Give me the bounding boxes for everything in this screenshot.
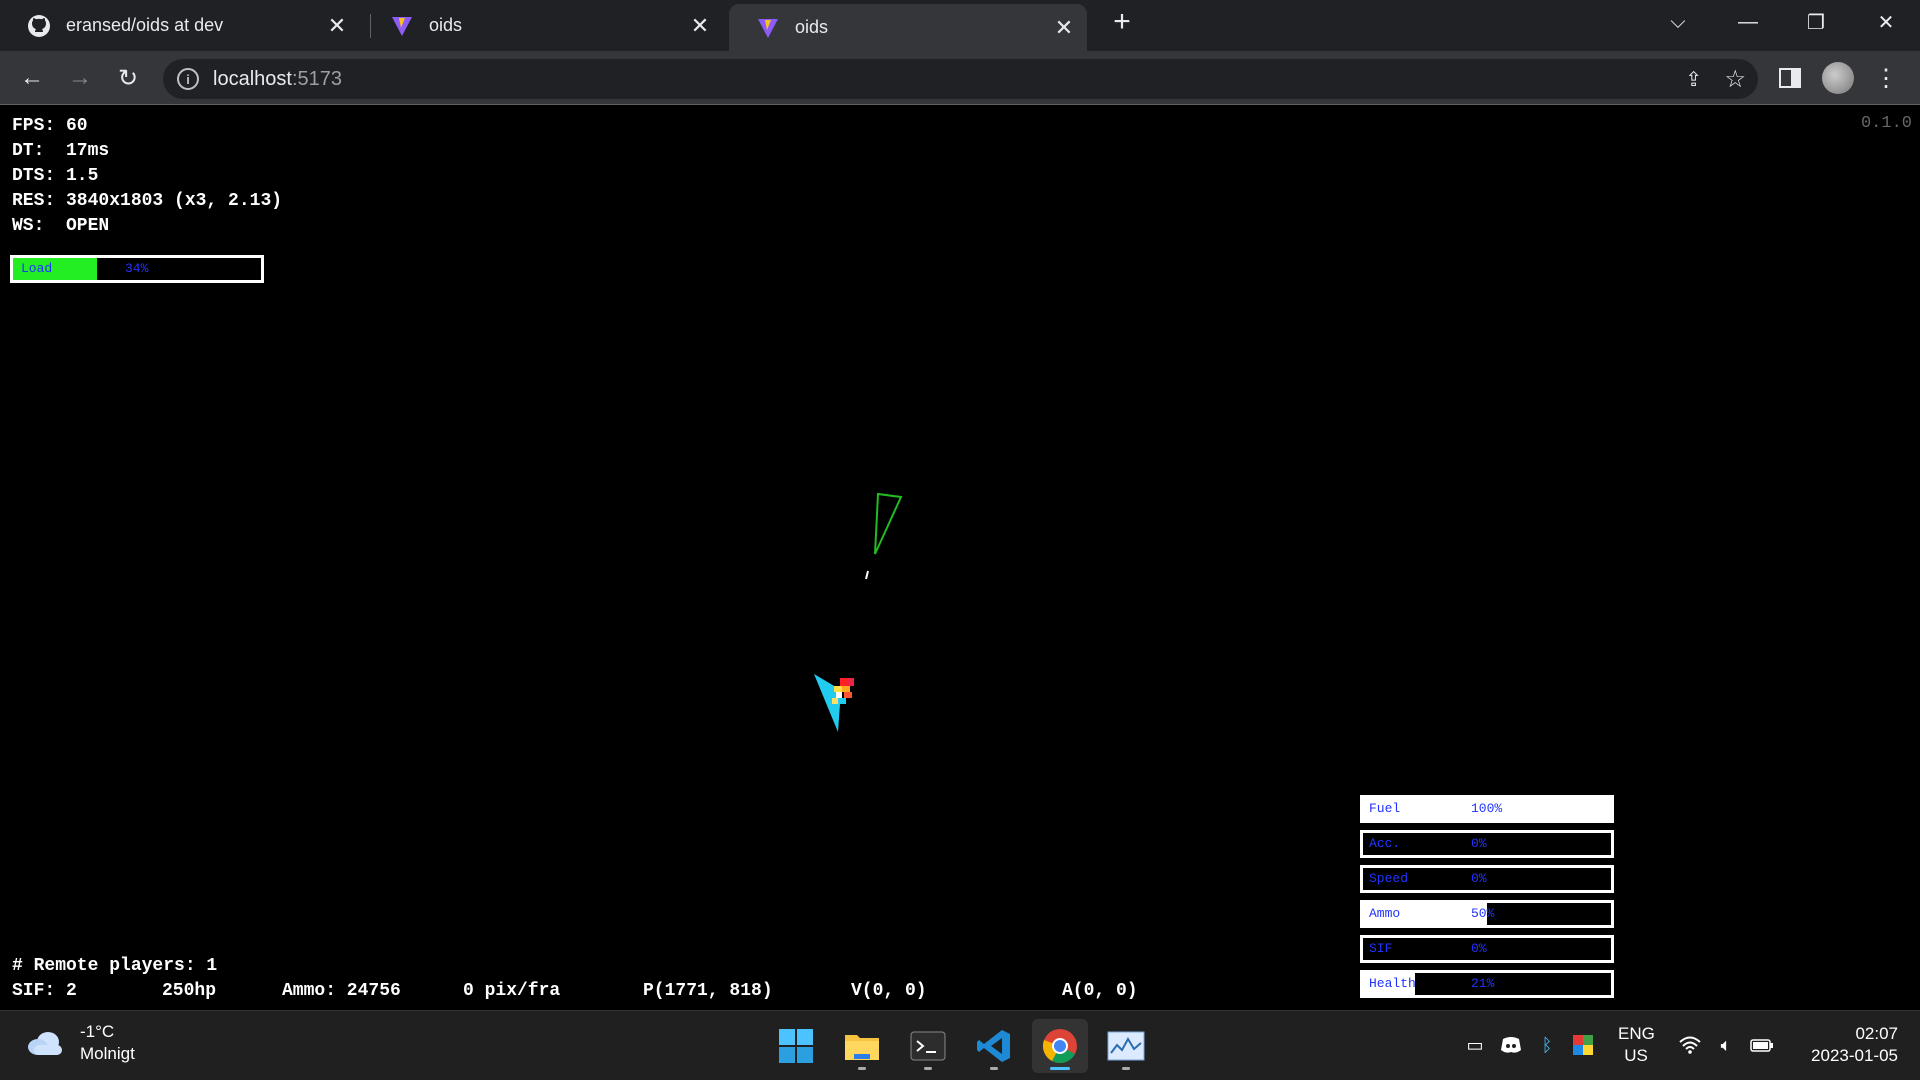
close-icon[interactable]: ✕ <box>322 11 352 41</box>
file-explorer-icon[interactable] <box>834 1019 890 1073</box>
position-status: P(1771, 818) <box>643 981 773 1001</box>
volume-icon[interactable]: 🔈︎ <box>1714 1033 1738 1057</box>
github-icon <box>26 13 52 39</box>
stat-bar-label: Speed <box>1369 871 1409 886</box>
browser-tab-bar: eransed/oids at dev ✕ oids ✕ oids ✕ + ⌵ … <box>0 0 1920 51</box>
reload-button[interactable]: ↻ <box>109 59 147 97</box>
system-clock[interactable]: 02:07 2023-01-05 <box>1790 1023 1898 1067</box>
discord-icon[interactable] <box>1499 1033 1523 1057</box>
close-window-button[interactable]: ✕ <box>1858 0 1914 44</box>
profile-avatar[interactable] <box>1819 59 1857 97</box>
terminal-icon[interactable] <box>900 1019 956 1073</box>
vscode-icon[interactable] <box>966 1019 1022 1073</box>
weather-description: Molnigt <box>80 1044 135 1063</box>
ship-stats-panel: Fuel 100% Acc. 0% Speed 0% Ammo 50% SIF 0% Health 2… <box>1360 795 1614 1005</box>
color-app-icon[interactable] <box>1571 1033 1595 1057</box>
player-ship-explosion-sprite <box>832 678 854 704</box>
stat-bar-percent: 0% <box>1471 836 1487 851</box>
bullet <box>865 570 869 580</box>
tab-github[interactable]: eransed/oids at dev ✕ <box>0 0 360 51</box>
stat-bar-label: Health <box>1369 976 1416 991</box>
remote-players-count: # Remote players: 1 <box>12 956 218 976</box>
stat-bar-ammo: Ammo 50% <box>1360 900 1614 928</box>
tab-oids-active[interactable]: oids ✕ <box>729 4 1087 51</box>
tab-title: oids <box>795 17 829 37</box>
stat-bar-percent: 100% <box>1471 801 1503 816</box>
stat-bar-label: Ammo <box>1369 906 1401 921</box>
ammo-status: Ammo: 24756 <box>282 981 401 1001</box>
forward-button[interactable]: → <box>61 59 99 97</box>
url-text: localhost:5173 <box>213 67 342 90</box>
clock-date: 2023-01-05 <box>1811 1046 1898 1065</box>
tab-title: eransed/oids at dev <box>66 15 224 35</box>
stat-bar-percent: 0% <box>1471 941 1487 956</box>
stat-bar-speed: Speed 0% <box>1360 865 1614 893</box>
tab-search-button[interactable]: ⌵ <box>1650 0 1706 44</box>
vite-icon <box>755 15 781 41</box>
close-icon[interactable]: ✕ <box>685 11 715 41</box>
new-tab-button[interactable]: + <box>1094 0 1150 44</box>
back-button[interactable]: ← <box>13 59 51 97</box>
stat-bar-fuel: Fuel 100% <box>1360 795 1614 823</box>
speed-status: 0 pix/fra <box>463 981 561 1001</box>
weather-widget[interactable]: -1°C Molnigt <box>26 1021 135 1065</box>
close-icon[interactable]: ✕ <box>1049 13 1079 43</box>
cloud-icon <box>26 1030 66 1056</box>
bookmark-star-icon[interactable]: ☆ <box>1724 65 1746 94</box>
stat-bar-label: SIF <box>1369 941 1393 956</box>
menu-kebab-icon[interactable]: ⋮ <box>1867 59 1905 97</box>
tablet-icon[interactable]: ▭ <box>1463 1033 1487 1057</box>
stat-bar-percent: 50% <box>1471 906 1495 921</box>
clock-time: 02:07 <box>1855 1024 1898 1043</box>
address-bar[interactable]: i localhost:5173 ⇪ ☆ <box>163 59 1758 99</box>
acceleration-status: A(0, 0) <box>1062 981 1138 1001</box>
velocity-status: V(0, 0) <box>851 981 927 1001</box>
stat-bar-sif: SIF 0% <box>1360 935 1614 963</box>
tab-oids-1[interactable]: oids ✕ <box>363 0 723 51</box>
stat-bar-health: Health 21% <box>1360 970 1614 998</box>
tab-title: oids <box>429 15 463 35</box>
hp-status: 250hp <box>162 981 217 1001</box>
battery-icon[interactable] <box>1750 1033 1774 1057</box>
stat-bar-acc: Acc. 0% <box>1360 830 1614 858</box>
stat-bar-label: Acc. <box>1369 836 1401 851</box>
stat-bar-percent: 0% <box>1471 871 1487 886</box>
game-scene <box>814 492 903 732</box>
side-panel-icon[interactable] <box>1771 59 1809 97</box>
wifi-icon[interactable] <box>1678 1033 1702 1057</box>
minimize-button[interactable]: — <box>1720 0 1776 44</box>
game-canvas[interactable]: FPS: 60 DT: 17ms DTS: 1.5 RES: 3840x1803 (x… <box>0 106 1920 1010</box>
browser-toolbar: ← → ↻ i localhost:5173 ⇪ ☆ ⋮ <box>0 51 1920 105</box>
bluetooth-icon[interactable]: ᛒ <box>1535 1033 1559 1057</box>
start-icon[interactable] <box>768 1019 824 1073</box>
restore-button[interactable]: ❐ <box>1788 0 1844 44</box>
site-info-icon[interactable]: i <box>177 68 199 90</box>
stat-bar-percent: 21% <box>1471 976 1495 991</box>
stat-bar-label: Fuel <box>1369 801 1401 816</box>
share-icon[interactable]: ⇪ <box>1685 67 1702 92</box>
weather-temperature: -1°C <box>80 1022 115 1041</box>
vite-icon <box>389 13 415 39</box>
resource-monitor-icon[interactable] <box>1098 1019 1154 1073</box>
player-status-line: SIF: 2 250hp Ammo: 24756 0 pix/fra P(177… <box>12 981 1212 1003</box>
windows-taskbar: -1°C Molnigt ▭ ᛒ ENG US 🔈︎ 02:07 2023-01… <box>0 1010 1920 1080</box>
chrome-icon[interactable] <box>1032 1019 1088 1073</box>
language-indicator[interactable]: ENG US <box>1618 1023 1655 1067</box>
remote-player-ship <box>874 492 903 555</box>
sif-status: SIF: 2 <box>12 981 77 1001</box>
